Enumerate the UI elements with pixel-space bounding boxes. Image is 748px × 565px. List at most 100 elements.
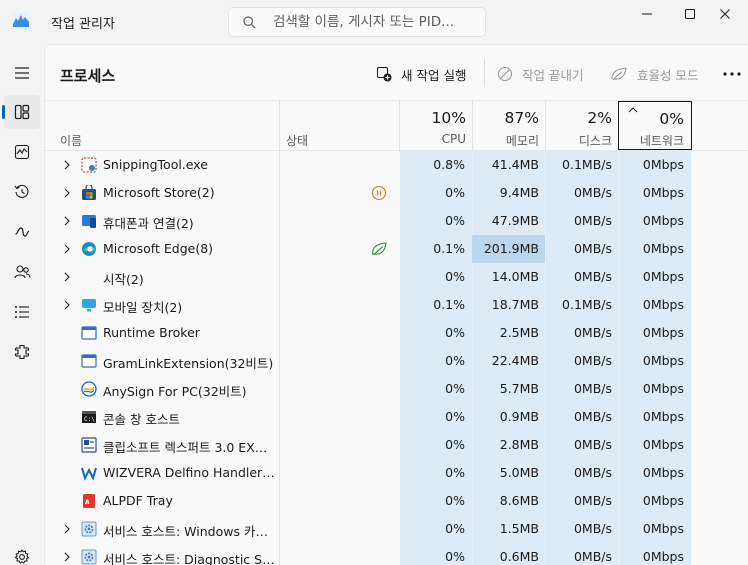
process-name: 시작(2) <box>103 272 144 287</box>
process-name: 서비스 호스트: Windows 카메... <box>103 524 275 539</box>
nav-processes[interactable] <box>2 95 40 129</box>
process-row[interactable]: 시작(2) 0% 14.0MB 0MB/s 0Mbps <box>45 263 748 291</box>
wizvera-icon <box>81 467 97 481</box>
disk-value: 0MB/s <box>573 521 612 536</box>
cpu-value: 0% <box>445 325 465 340</box>
end-task-button[interactable]: 작업 끝내기 <box>497 63 583 85</box>
side-nav <box>0 44 44 565</box>
process-row[interactable]: SnippingTool.exe 0.8% 41.4MB 0.1MB/s 0Mbps <box>45 151 748 179</box>
process-row[interactable]: Microsoft Store(2) 0% 9.4MB 0MB/s 0Mbps <box>45 179 748 207</box>
network-value: 0Mbps <box>642 269 684 284</box>
network-total-percent: 0% <box>659 110 684 128</box>
memory-value: 0.6MB <box>499 549 539 564</box>
process-name: 모바일 장치(2) <box>103 300 183 315</box>
nav-startup-apps[interactable] <box>4 215 40 249</box>
new-task-label: 새 작업 실행 <box>401 67 467 83</box>
chevron-right-icon[interactable] <box>62 243 72 255</box>
disk-value: 0MB/s <box>573 549 612 564</box>
disk-total-percent: 2% <box>587 109 612 127</box>
column-divider <box>279 101 280 152</box>
chevron-right-icon[interactable] <box>62 159 72 171</box>
process-row[interactable]: 휴대폰과 연결(2) 0% 47.9MB 0MB/s 0Mbps <box>45 207 748 235</box>
details-icon <box>15 306 29 318</box>
end-task-label: 작업 끝내기 <box>522 67 584 83</box>
cpu-value: 0% <box>445 493 465 508</box>
chevron-right-icon[interactable] <box>62 187 72 199</box>
process-row[interactable]: 서비스 호스트: Windows 카메... 0% 1.5MB 0MB/s 0Mbps <box>45 515 748 543</box>
minimize-button[interactable] <box>624 0 670 28</box>
network-value: 0Mbps <box>642 325 684 340</box>
process-row[interactable]: WIZVERA Delfino Handler 3.6.... 0% 5.0MB 0M… <box>45 459 748 487</box>
column-network-header[interactable]: 0% 네트워크 <box>618 101 692 150</box>
cpu-value: 0% <box>445 409 465 424</box>
chevron-right-icon[interactable] <box>62 551 72 563</box>
leaf-icon <box>611 67 627 81</box>
nav-services[interactable] <box>4 335 40 369</box>
efficiency-mode-button[interactable]: 효율성 모드 <box>610 63 698 85</box>
cpu-value: 0.8% <box>433 157 465 172</box>
nav-details[interactable] <box>4 295 40 329</box>
cpu-total-percent: 10% <box>431 109 466 127</box>
history-icon <box>14 184 29 198</box>
column-name-header[interactable]: 이름 <box>60 132 82 149</box>
network-value: 0Mbps <box>642 353 684 368</box>
memory-value: 1.5MB <box>499 521 539 536</box>
memory-value: 2.8MB <box>499 437 539 452</box>
process-row[interactable]: Runtime Broker 0% 2.5MB 0MB/s 0Mbps <box>45 319 748 347</box>
process-row[interactable]: 모바일 장치(2) 0.1% 18.7MB 0.1MB/s 0Mbps <box>45 291 748 319</box>
cpu-value: 0% <box>445 437 465 452</box>
memory-value: 5.7MB <box>499 381 539 396</box>
process-row[interactable]: AnySign For PC(32비트) 0% 5.7MB 0MB/s 0Mbps <box>45 375 748 403</box>
process-row[interactable]: Microsoft Edge(8) 0.1% 201.9MB 0MB/s 0Mbps <box>45 235 748 263</box>
nav-users[interactable] <box>4 255 40 289</box>
chevron-right-icon[interactable] <box>62 523 72 535</box>
alpdf-icon: A <box>83 494 95 508</box>
svg-text:C:\: C:\ <box>84 416 95 423</box>
disk-value: 0MB/s <box>573 437 612 452</box>
service-gear-icon <box>81 521 97 537</box>
network-value: 0Mbps <box>642 185 684 200</box>
efficiency-mode-label: 효율성 모드 <box>637 67 699 83</box>
disk-value: 0.1MB/s <box>562 297 612 312</box>
process-row[interactable]: C:\ 콘솔 창 호스트 0% 0.9MB 0MB/s 0Mbps <box>45 403 748 431</box>
process-name: AnySign For PC(32비트) <box>103 384 247 399</box>
mobile-devices-icon <box>82 299 96 312</box>
memory-total-percent: 87% <box>504 109 539 127</box>
nav-app-history[interactable] <box>4 175 40 209</box>
disk-value: 0MB/s <box>573 325 612 340</box>
more-options-icon[interactable] <box>722 67 742 81</box>
process-row[interactable]: 서비스 호스트: Diagnostic Se... 0% 0.6MB 0MB/s 0Mb… <box>45 543 748 565</box>
new-task-button[interactable]: 새 작업 실행 <box>376 63 466 85</box>
chevron-right-icon[interactable] <box>62 215 72 227</box>
close-button[interactable] <box>702 0 748 28</box>
process-row[interactable]: 클립소프트 렉스퍼트 3.0 EXE ... 0% 2.8MB 0MB/s 0Mbps <box>45 431 748 459</box>
cpu-value: 0.1% <box>433 297 465 312</box>
cpu-value: 0% <box>445 269 465 284</box>
nav-menu-button[interactable] <box>4 56 40 90</box>
users-icon <box>13 265 31 279</box>
column-status-header[interactable]: 상태 <box>286 132 308 149</box>
disk-value: 0MB/s <box>573 269 612 284</box>
process-name: WIZVERA Delfino Handler 3.6.... <box>103 465 275 480</box>
search-input[interactable] <box>273 13 478 31</box>
search-box[interactable] <box>228 7 486 37</box>
cpu-value: 0% <box>445 521 465 536</box>
process-row[interactable]: A ALPDF Tray 0% 8.6MB 0MB/s 0Mbps <box>45 487 748 515</box>
chevron-right-icon[interactable] <box>62 271 72 283</box>
clipsoft-icon <box>81 437 97 453</box>
microsoft-store-icon <box>82 185 96 200</box>
process-row[interactable]: GramLinkExtension(32비트) 0% 22.4MB 0MB/s 0Mbp… <box>45 347 748 375</box>
new-task-icon <box>376 66 392 82</box>
app-title: 작업 관리자 <box>51 17 115 32</box>
process-name: SnippingTool.exe <box>103 157 208 172</box>
nav-settings[interactable] <box>4 540 40 565</box>
memory-value: 41.4MB <box>491 157 539 172</box>
edge-icon <box>82 242 96 256</box>
toolbar-divider <box>484 59 485 87</box>
network-value: 0Mbps <box>642 297 684 312</box>
end-task-icon <box>497 66 513 82</box>
process-name: Runtime Broker <box>103 325 200 340</box>
disk-value: 0MB/s <box>573 381 612 396</box>
nav-performance[interactable] <box>4 135 40 169</box>
chevron-right-icon[interactable] <box>62 299 72 311</box>
